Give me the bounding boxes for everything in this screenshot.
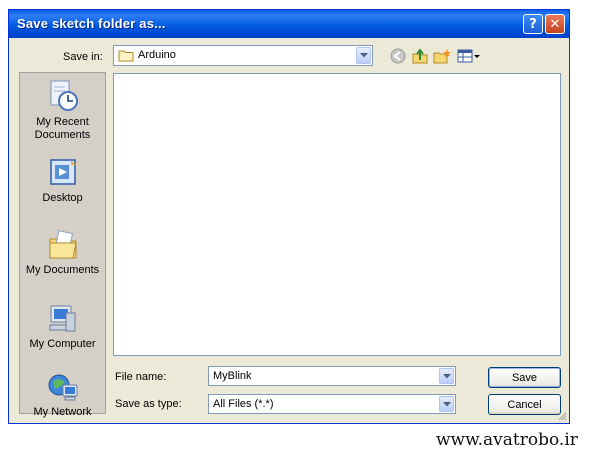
chevron-down-icon[interactable] bbox=[439, 396, 454, 412]
save-as-type-label: Save as type: bbox=[115, 398, 182, 410]
chevron-down-icon[interactable] bbox=[439, 368, 454, 384]
chevron-down-icon[interactable] bbox=[356, 47, 371, 64]
save-button[interactable]: Save bbox=[488, 367, 561, 388]
save-in-value: Arduino bbox=[138, 49, 176, 61]
file-list-view[interactable] bbox=[113, 73, 561, 356]
place-my-documents[interactable]: My Documents bbox=[20, 229, 105, 277]
place-label: My Recent Documents bbox=[34, 116, 91, 141]
desktop-icon bbox=[49, 159, 76, 185]
place-label: My Computer bbox=[29, 338, 96, 350]
place-label: My Documents bbox=[25, 264, 100, 276]
save-in-combo[interactable]: Arduino bbox=[113, 45, 373, 66]
recent-documents-icon bbox=[50, 80, 78, 111]
dialog-title: Save sketch folder as... bbox=[17, 16, 166, 31]
save-as-type-select[interactable]: All Files (*.*) bbox=[208, 394, 456, 414]
places-bar: My Recent Documents Desktop My Documents bbox=[19, 72, 106, 418]
my-documents-icon bbox=[49, 230, 77, 259]
place-label: My Network bbox=[33, 406, 92, 418]
back-icon[interactable] bbox=[389, 48, 407, 64]
new-folder-icon[interactable] bbox=[433, 48, 451, 64]
place-my-computer[interactable]: My Computer bbox=[20, 303, 105, 351]
file-name-value: MyBlink bbox=[213, 370, 252, 382]
cancel-button[interactable]: Cancel bbox=[488, 394, 561, 415]
view-menu-icon[interactable] bbox=[457, 48, 481, 64]
up-folder-icon[interactable] bbox=[411, 48, 429, 64]
file-name-input[interactable]: MyBlink bbox=[208, 366, 456, 386]
place-my-recent-documents[interactable]: My Recent Documents bbox=[20, 79, 105, 142]
file-name-label: File name: bbox=[115, 371, 167, 383]
save-in-label: Save in: bbox=[63, 51, 103, 63]
my-computer-icon bbox=[49, 305, 75, 332]
title-bar[interactable]: Save sketch folder as... ? ✕ bbox=[9, 10, 569, 38]
save-as-type-value: All Files (*.*) bbox=[213, 398, 274, 410]
resize-grip-icon[interactable] bbox=[557, 411, 567, 421]
watermark-text: www.avatrobo.ir bbox=[436, 430, 578, 450]
place-my-network[interactable]: My Network bbox=[20, 371, 105, 419]
place-label: Desktop bbox=[42, 192, 83, 204]
place-desktop[interactable]: Desktop bbox=[20, 157, 105, 205]
folder-icon bbox=[118, 50, 134, 62]
save-dialog: Save sketch folder as... ? ✕ Save in: Ar… bbox=[8, 9, 570, 424]
help-button[interactable]: ? bbox=[523, 14, 543, 34]
close-button[interactable]: ✕ bbox=[545, 14, 565, 34]
my-network-icon bbox=[48, 374, 77, 401]
